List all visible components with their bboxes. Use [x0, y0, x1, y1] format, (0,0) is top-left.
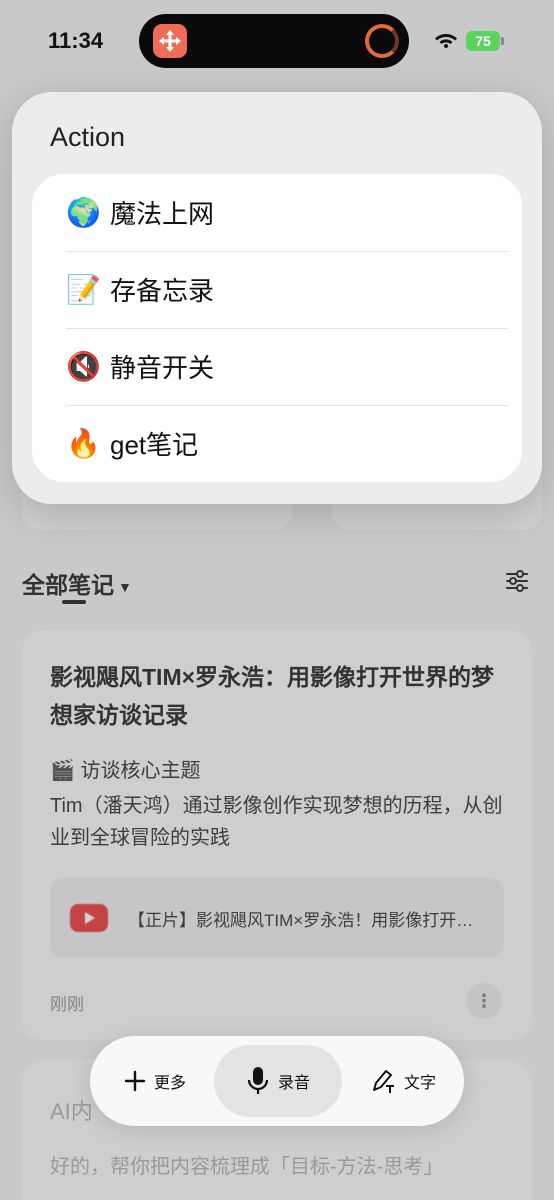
battery-tip	[501, 37, 504, 45]
pen-text-icon	[370, 1068, 396, 1094]
plus-icon	[124, 1070, 146, 1092]
more-label: 更多	[154, 1075, 187, 1092]
action-list: 🌍 魔法上网 📝 存备忘录 🔇 静音开关 🔥 get笔记	[32, 174, 522, 482]
fire-icon: 🔥	[66, 428, 101, 459]
text-label: 文字	[404, 1075, 437, 1092]
action-panel: Action 🌍 魔法上网 📝 存备忘录 🔇 静音开关 🔥 get笔记	[12, 92, 542, 504]
dynamic-island[interactable]	[139, 14, 409, 68]
more-button[interactable]: 更多	[124, 1045, 186, 1117]
action-item-label: 存备忘录	[110, 276, 215, 306]
move-arrows-icon	[153, 24, 187, 58]
action-item-label: get笔记	[110, 430, 199, 460]
muted-speaker-icon: 🔇	[66, 351, 101, 382]
text-button[interactable]: 文字	[370, 1045, 436, 1117]
wifi-icon	[434, 30, 458, 53]
microphone-icon	[246, 1066, 270, 1096]
globe-icon: 🌍	[66, 197, 101, 228]
battery-indicator: 75	[466, 31, 500, 51]
action-item-memo[interactable]: 📝 存备忘录	[32, 251, 522, 328]
memo-icon: 📝	[66, 274, 101, 305]
record-button[interactable]: 录音	[214, 1045, 342, 1117]
action-item-label: 静音开关	[110, 353, 215, 383]
action-item-label: 魔法上网	[110, 199, 215, 229]
action-item-get-notes[interactable]: 🔥 get笔记	[32, 405, 522, 482]
record-label: 录音	[277, 1075, 310, 1092]
bottom-toolbar: 更多 录音 文字	[90, 1036, 464, 1126]
action-item-mute[interactable]: 🔇 静音开关	[32, 328, 522, 405]
status-bar: 11:34 75	[0, 0, 554, 84]
activity-ring-icon	[365, 24, 399, 58]
action-title: Action	[50, 122, 126, 152]
action-item-vpn[interactable]: 🌍 魔法上网	[32, 174, 522, 251]
status-time: 11:34	[48, 28, 104, 53]
